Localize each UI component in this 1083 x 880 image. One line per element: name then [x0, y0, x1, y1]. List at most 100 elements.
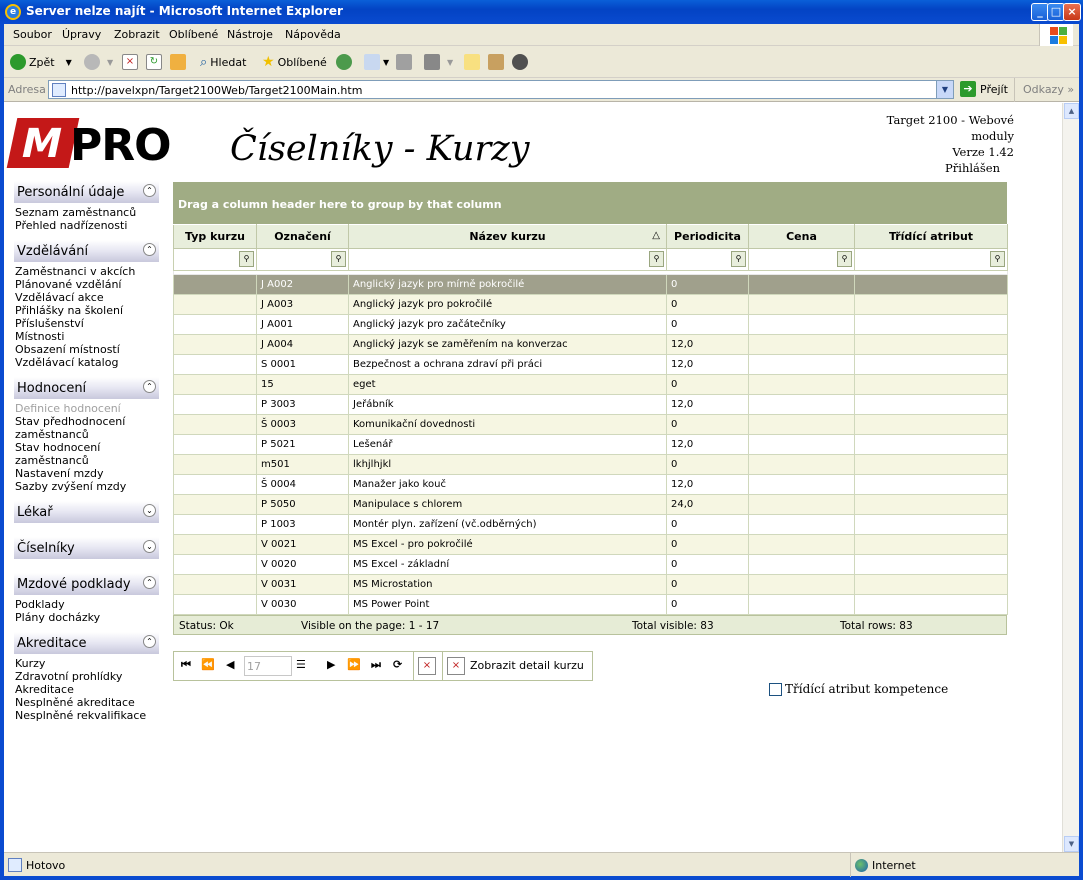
table-cell[interactable]: J A002 — [256, 274, 349, 295]
mail-button[interactable]: ▼ — [364, 53, 389, 71]
filter-cena[interactable]: ⚲ — [748, 248, 855, 271]
table-row[interactable]: m501 lkhjlhjkl 0 — [173, 454, 1008, 475]
table-cell[interactable] — [748, 374, 855, 395]
page-number-input[interactable]: 17 — [244, 656, 292, 676]
table-cell[interactable] — [854, 454, 1008, 475]
sidebar-item[interactable]: Seznam zaměstnanců — [15, 206, 159, 219]
col-header-nazev-kurzu[interactable]: Název kurzu △ — [348, 224, 667, 249]
table-cell[interactable]: J A003 — [256, 294, 349, 315]
sidebar-section-header[interactable]: Lékař ⌄ — [14, 501, 159, 523]
col-header-oznaceni[interactable]: Označení — [256, 224, 349, 249]
filter-oznaceni[interactable]: ⚲ — [256, 248, 349, 271]
table-cell[interactable]: 0 — [666, 534, 749, 555]
menu-edit[interactable]: Úpravy — [62, 28, 101, 41]
filter-nazev-kurzu[interactable]: ⚲ — [348, 248, 667, 271]
table-cell[interactable] — [173, 294, 257, 315]
table-cell[interactable]: 0 — [666, 274, 749, 295]
table-row[interactable]: 15 eget 0 — [173, 374, 1008, 395]
close-button[interactable]: × — [1063, 3, 1081, 21]
first-page-icon[interactable]: ⏮ — [181, 658, 191, 672]
filter-typ-kurzu[interactable]: ⚲ — [173, 248, 257, 271]
col-header-periodicita[interactable]: Periodicita — [666, 224, 749, 249]
chevron-up-icon[interactable]: ⌃ — [143, 576, 156, 589]
table-cell[interactable]: V 0021 — [256, 534, 349, 555]
col-header-typ-kurzu[interactable]: Typ kurzu — [173, 224, 257, 249]
table-cell[interactable] — [854, 574, 1008, 595]
next-page-icon[interactable]: ▶ — [327, 658, 335, 671]
table-cell[interactable]: Bezpečnost a ochrana zdraví při práci — [348, 354, 667, 375]
table-cell[interactable] — [748, 434, 855, 455]
table-cell[interactable]: MS Power Point — [348, 594, 667, 615]
chevron-up-icon[interactable]: ⌃ — [143, 635, 156, 648]
table-row[interactable]: Š 0004 Manažer jako kouč 12,0 — [173, 474, 1008, 495]
discuss-button[interactable] — [464, 53, 480, 71]
table-cell[interactable] — [748, 394, 855, 415]
table-row[interactable]: P 5021 Lešenář 12,0 — [173, 434, 1008, 455]
close-detail-icon[interactable]: × — [447, 657, 465, 675]
home-button[interactable] — [170, 53, 186, 71]
chevron-up-icon[interactable]: ⌃ — [143, 243, 156, 256]
sidebar-item[interactable]: Definice hodnocení — [15, 402, 159, 415]
table-cell[interactable]: 0 — [666, 454, 749, 475]
menu-view[interactable]: Zobrazit — [114, 28, 160, 41]
table-cell[interactable] — [854, 514, 1008, 535]
last-page-icon[interactable]: ⏭ — [371, 658, 381, 672]
scroll-down-icon[interactable]: ▼ — [1064, 836, 1079, 852]
sidebar-item[interactable]: Nastavení mzdy — [15, 467, 159, 480]
links-button[interactable]: Odkazy » — [1014, 78, 1074, 102]
sidebar-item[interactable]: Plány docházky — [15, 611, 159, 624]
table-cell[interactable]: Manažer jako kouč — [348, 474, 667, 495]
table-cell[interactable]: 0 — [666, 594, 749, 615]
table-cell[interactable]: 0 — [666, 554, 749, 575]
history-button[interactable] — [336, 53, 352, 71]
table-cell[interactable]: Š 0003 — [256, 414, 349, 435]
chevron-down-icon[interactable]: ⌄ — [143, 540, 156, 553]
table-cell[interactable]: Montér plyn. zařízení (vč.odběrných) — [348, 514, 667, 535]
sidebar-item[interactable]: Obsazení místností — [15, 343, 159, 356]
table-cell[interactable] — [748, 574, 855, 595]
table-cell[interactable]: 0 — [666, 314, 749, 335]
sidebar-item[interactable]: Příslušenství — [15, 317, 159, 330]
table-cell[interactable]: 15 — [256, 374, 349, 395]
table-cell[interactable]: Manipulace s chlorem — [348, 494, 667, 515]
address-dropdown-icon[interactable]: ▼ — [936, 81, 953, 98]
back-button[interactable]: Zpět ▼ — [10, 53, 72, 71]
research-button[interactable] — [488, 53, 504, 71]
table-cell[interactable] — [173, 314, 257, 335]
filter-periodicita[interactable]: ⚲ — [666, 248, 749, 271]
filter-tridici-atribut[interactable]: ⚲ — [854, 248, 1008, 271]
table-cell[interactable] — [748, 354, 855, 375]
table-cell[interactable] — [854, 494, 1008, 515]
table-cell[interactable] — [173, 334, 257, 355]
chevron-up-icon[interactable]: ⌃ — [143, 184, 156, 197]
sidebar-section-header[interactable]: Personální údaje ⌃ — [14, 181, 159, 203]
table-row[interactable]: Š 0003 Komunikační dovednosti 0 — [173, 414, 1008, 435]
table-cell[interactable]: Anglický jazyk pro mírně pokročilé — [348, 274, 667, 295]
sidebar-item[interactable]: Přihlášky na školení — [15, 304, 159, 317]
table-cell[interactable]: lkhjlhjkl — [348, 454, 667, 475]
table-cell[interactable] — [748, 514, 855, 535]
sidebar-section-header[interactable]: Hodnocení ⌃ — [14, 377, 159, 399]
filter-search-icon[interactable]: ⚲ — [990, 251, 1005, 267]
menu-help[interactable]: Nápověda — [285, 28, 341, 41]
table-cell[interactable]: 12,0 — [666, 474, 749, 495]
table-cell[interactable]: 0 — [666, 574, 749, 595]
table-cell[interactable]: 12,0 — [666, 354, 749, 375]
prev-block-icon[interactable]: ⏪ — [201, 658, 215, 671]
table-cell[interactable]: V 0020 — [256, 554, 349, 575]
table-cell[interactable]: P 5021 — [256, 434, 349, 455]
table-cell[interactable]: 0 — [666, 514, 749, 535]
sidebar-section-header[interactable]: Akreditace ⌃ — [14, 632, 159, 654]
refresh-button[interactable]: ↻ — [146, 53, 162, 71]
table-cell[interactable]: V 0030 — [256, 594, 349, 615]
messenger-button[interactable] — [512, 53, 528, 71]
sidebar-item[interactable]: Podklady — [15, 598, 159, 611]
table-cell[interactable] — [173, 394, 257, 415]
sort-attribute-checkbox[interactable]: Třídící atribut kompetence — [769, 682, 948, 696]
table-cell[interactable]: P 3003 — [256, 394, 349, 415]
table-cell[interactable] — [748, 554, 855, 575]
table-cell[interactable]: 0 — [666, 294, 749, 315]
table-cell[interactable] — [748, 494, 855, 515]
sidebar-item[interactable]: Vzdělávací akce — [15, 291, 159, 304]
scroll-up-icon[interactable]: ▲ — [1064, 103, 1079, 119]
